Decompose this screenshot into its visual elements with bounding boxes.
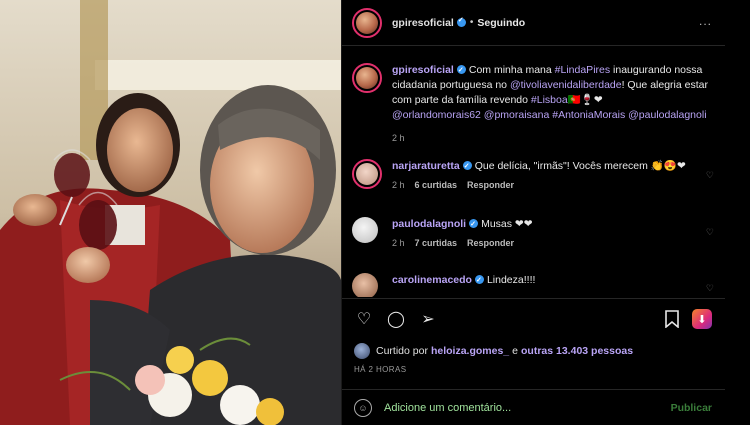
- comment-likes[interactable]: 7 curtidas: [415, 238, 458, 248]
- comment-avatar[interactable]: [352, 273, 378, 297]
- likes-connector: e: [512, 345, 518, 357]
- caption-meta: 2 h: [392, 133, 722, 143]
- comment-meta: 2 h 7 curtidas Responder: [392, 238, 722, 248]
- verified-badge-icon: [469, 217, 479, 232]
- comment-text: carolinemacedoLindeza!!!!: [392, 273, 722, 288]
- comment-like-heart-icon[interactable]: ♡: [706, 283, 714, 294]
- bookmark-shape: [665, 310, 679, 328]
- comment-meta: 2 h 6 curtidas Responder: [392, 180, 722, 190]
- separator-dot: •: [469, 17, 474, 28]
- comment-like-heart-icon[interactable]: ♡: [706, 227, 714, 238]
- emoji-icon[interactable]: ☺: [354, 398, 372, 417]
- verified-badge-icon: [456, 63, 466, 78]
- photo-illustration: [0, 0, 341, 425]
- comment-row: carolinemacedoLindeza!!!!: [352, 273, 722, 297]
- heart-icon[interactable]: ♡: [354, 309, 374, 329]
- comment-username[interactable]: narjaraturetta: [392, 159, 472, 174]
- comment-text: narjaraturettaQue delícia, "irmãs"! Você…: [392, 159, 722, 174]
- post-actions: ♡ ◯ ➢ ⬇ Curtido por heloiza.gomes_ e out…: [342, 298, 726, 388]
- post-photo[interactable]: [0, 0, 341, 425]
- caption: gpiresoficialCom minha mana #LindaPires …: [352, 63, 722, 143]
- follow-status-button[interactable]: Seguindo: [477, 17, 525, 29]
- hashtag-link[interactable]: #LindaPires: [555, 64, 610, 76]
- mention-link[interactable]: @tivoliavenidaliberdade: [510, 79, 622, 91]
- liker-username[interactable]: heloiza.gomes_: [431, 345, 509, 357]
- reply-button[interactable]: Responder: [467, 180, 514, 190]
- post-timestamp[interactable]: HÁ 2 HORAS: [354, 365, 406, 374]
- likes-others-link[interactable]: outras 13.403 pessoas: [521, 345, 633, 357]
- verified-badge-icon: [462, 159, 472, 174]
- mention-link[interactable]: @orlandomorais62: [392, 109, 481, 121]
- comment-likes[interactable]: 6 curtidas: [415, 180, 458, 190]
- caption-part: Com minha mana: [468, 64, 555, 76]
- bookmark-icon[interactable]: [662, 309, 682, 329]
- author-username[interactable]: gpiresoficial: [392, 16, 466, 29]
- comment-body: Musas ❤❤: [481, 218, 533, 230]
- caption-time: 2 h: [392, 133, 405, 143]
- likes-prefix: Curtido por: [376, 345, 428, 357]
- caption-text: gpiresoficialCom minha mana #LindaPires …: [392, 63, 722, 123]
- page-scrollbar[interactable]: [725, 0, 750, 425]
- comment-username[interactable]: carolinemacedo: [392, 273, 484, 288]
- reply-button[interactable]: Responder: [467, 238, 514, 248]
- comment-body: Lindeza!!!!: [486, 274, 536, 286]
- comment-input[interactable]: [384, 401, 654, 414]
- caption-avatar[interactable]: [352, 63, 382, 93]
- comment-time: 2 h: [392, 180, 405, 190]
- comment-body: Que delícia, "irmãs"! Vocês merecem 👏😍❤: [474, 160, 686, 172]
- download-icon[interactable]: ⬇: [692, 309, 712, 329]
- comment-row: narjaraturettaQue delícia, "irmãs"! Você…: [352, 159, 722, 190]
- post-header: gpiresoficial • Seguindo ...: [342, 0, 726, 46]
- post-details-panel: gpiresoficial • Seguindo ... gpiresofici…: [341, 0, 726, 425]
- comment-like-heart-icon[interactable]: ♡: [706, 170, 714, 181]
- comment-row: paulodalagnoliMusas ❤❤ 2 h 7 curtidas Resp…: [352, 217, 722, 248]
- comment-avatar[interactable]: [352, 217, 378, 243]
- more-options-icon[interactable]: ...: [699, 14, 712, 28]
- share-icon[interactable]: ➢: [418, 309, 438, 329]
- verified-badge-icon: [456, 16, 466, 27]
- comment-username[interactable]: paulodalagnoli: [392, 217, 479, 232]
- author-avatar[interactable]: [352, 7, 382, 38]
- comment-time: 2 h: [392, 238, 405, 248]
- mention-link[interactable]: @paulodalagnoli: [628, 109, 706, 121]
- liker-avatar[interactable]: [354, 343, 370, 359]
- comment-icon[interactable]: ◯: [386, 309, 406, 329]
- hashtag-link[interactable]: #Lisboa: [531, 94, 568, 106]
- comment-composer: ☺ Publicar: [342, 389, 726, 425]
- comments-list[interactable]: gpiresoficialCom minha mana #LindaPires …: [342, 47, 726, 297]
- caption-emoji: 🇵🇹🍷❤: [567, 94, 603, 106]
- likes-summary: Curtido por heloiza.gomes_ e outras 13.4…: [354, 343, 636, 359]
- caption-username[interactable]: gpiresoficial: [392, 63, 466, 78]
- publish-button[interactable]: Publicar: [671, 402, 712, 414]
- verified-badge-icon: [474, 273, 484, 288]
- comment-text: paulodalagnoliMusas ❤❤: [392, 217, 722, 232]
- comment-avatar[interactable]: [352, 159, 382, 189]
- hashtag-link[interactable]: #AntoniaMorais: [552, 109, 625, 121]
- mention-link[interactable]: @pmoraisana: [484, 109, 550, 121]
